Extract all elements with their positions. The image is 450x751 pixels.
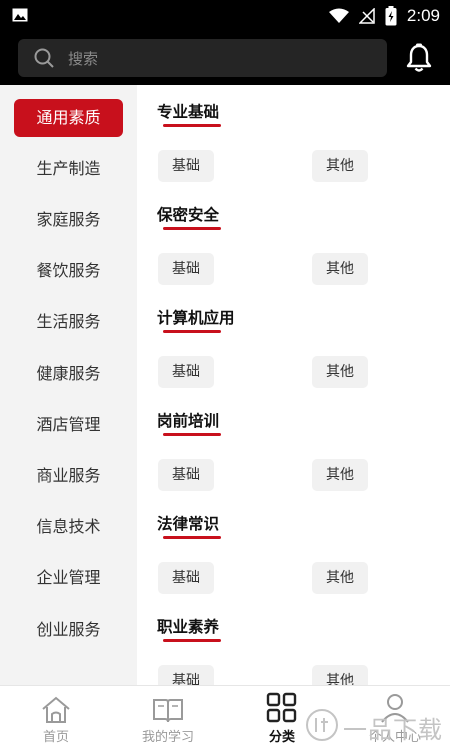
gallery-icon — [12, 8, 28, 22]
status-time: 2:09 — [406, 6, 440, 25]
sidebar-item-jiankang[interactable]: 健康服务 — [14, 355, 123, 393]
sidebar-item-jiudian[interactable]: 酒店管理 — [14, 406, 123, 444]
chip-basic[interactable]: 基础 — [158, 356, 214, 388]
chip-basic[interactable]: 基础 — [158, 562, 214, 594]
search-icon — [34, 48, 54, 68]
chip-other[interactable]: 其他 — [312, 356, 368, 388]
sidebar-item-xinxi[interactable]: 信息技术 — [14, 508, 123, 546]
tab-my-study[interactable]: 我的学习 — [128, 686, 208, 751]
chip-other[interactable]: 其他 — [312, 562, 368, 594]
chip-other[interactable]: 其他 — [312, 253, 368, 285]
section-title: 保密安全 — [157, 203, 221, 230]
header: 搜索 — [0, 32, 450, 85]
section-title: 专业基础 — [157, 100, 221, 127]
subcategory-content: 专业基础 基础 其他 保密安全 基础 其他 计算机应用 基础 其他 岗前培训 基… — [137, 85, 450, 685]
section-title: 职业素养 — [157, 615, 221, 642]
chip-basic[interactable]: 基础 — [158, 459, 214, 491]
home-icon — [42, 696, 70, 723]
title-underline — [163, 639, 221, 642]
grid-icon — [266, 692, 297, 723]
wifi-icon — [328, 8, 349, 23]
search-placeholder: 搜索 — [68, 50, 99, 68]
category-sidebar: 通用素质 生产制造 家庭服务 餐饮服务 生活服务 健康服务 酒店管理 商业服务 … — [0, 85, 137, 685]
title-underline — [163, 227, 221, 230]
no-signal-icon — [358, 8, 375, 24]
status-bar: 2:09 — [0, 0, 450, 32]
watermark-text: 一品下载 — [343, 716, 443, 744]
sidebar-item-shengchan[interactable]: 生产制造 — [14, 150, 123, 188]
battery-icon — [385, 6, 397, 26]
section-title: 岗前培训 — [157, 409, 221, 436]
chip-other[interactable]: 其他 — [312, 459, 368, 491]
title-underline — [163, 124, 221, 127]
book-icon — [153, 699, 183, 723]
tab-home[interactable]: 首页 — [16, 686, 96, 751]
watermark-logo-icon — [306, 709, 338, 741]
tab-label: 我的学习 — [141, 730, 194, 745]
sidebar-item-canyin[interactable]: 餐饮服务 — [14, 252, 123, 290]
sidebar-item-shangye[interactable]: 商业服务 — [14, 457, 123, 495]
chip-basic[interactable]: 基础 — [158, 150, 214, 182]
title-underline — [163, 536, 221, 539]
chip-basic[interactable]: 基础 — [158, 253, 214, 285]
sidebar-item-shenghuo[interactable]: 生活服务 — [14, 303, 123, 341]
search-input[interactable]: 搜索 — [18, 39, 387, 77]
sidebar-item-jiating[interactable]: 家庭服务 — [14, 201, 123, 239]
bell-icon[interactable] — [405, 43, 433, 73]
sidebar-item-tongyong[interactable]: 通用素质 — [14, 99, 123, 137]
watermark: 一品下载 — [305, 706, 450, 750]
sidebar-item-chuangye[interactable]: 创业服务 — [14, 611, 123, 649]
title-underline — [163, 330, 221, 333]
title-underline — [163, 433, 221, 436]
section-title: 法律常识 — [157, 512, 221, 539]
chip-other[interactable]: 其他 — [312, 150, 368, 182]
tab-label: 首页 — [42, 730, 69, 745]
sidebar-item-qiye[interactable]: 企业管理 — [14, 559, 123, 597]
chip-other[interactable]: 其他 — [312, 665, 368, 685]
chip-basic[interactable]: 基础 — [158, 665, 214, 685]
section-title: 计算机应用 — [157, 306, 235, 333]
